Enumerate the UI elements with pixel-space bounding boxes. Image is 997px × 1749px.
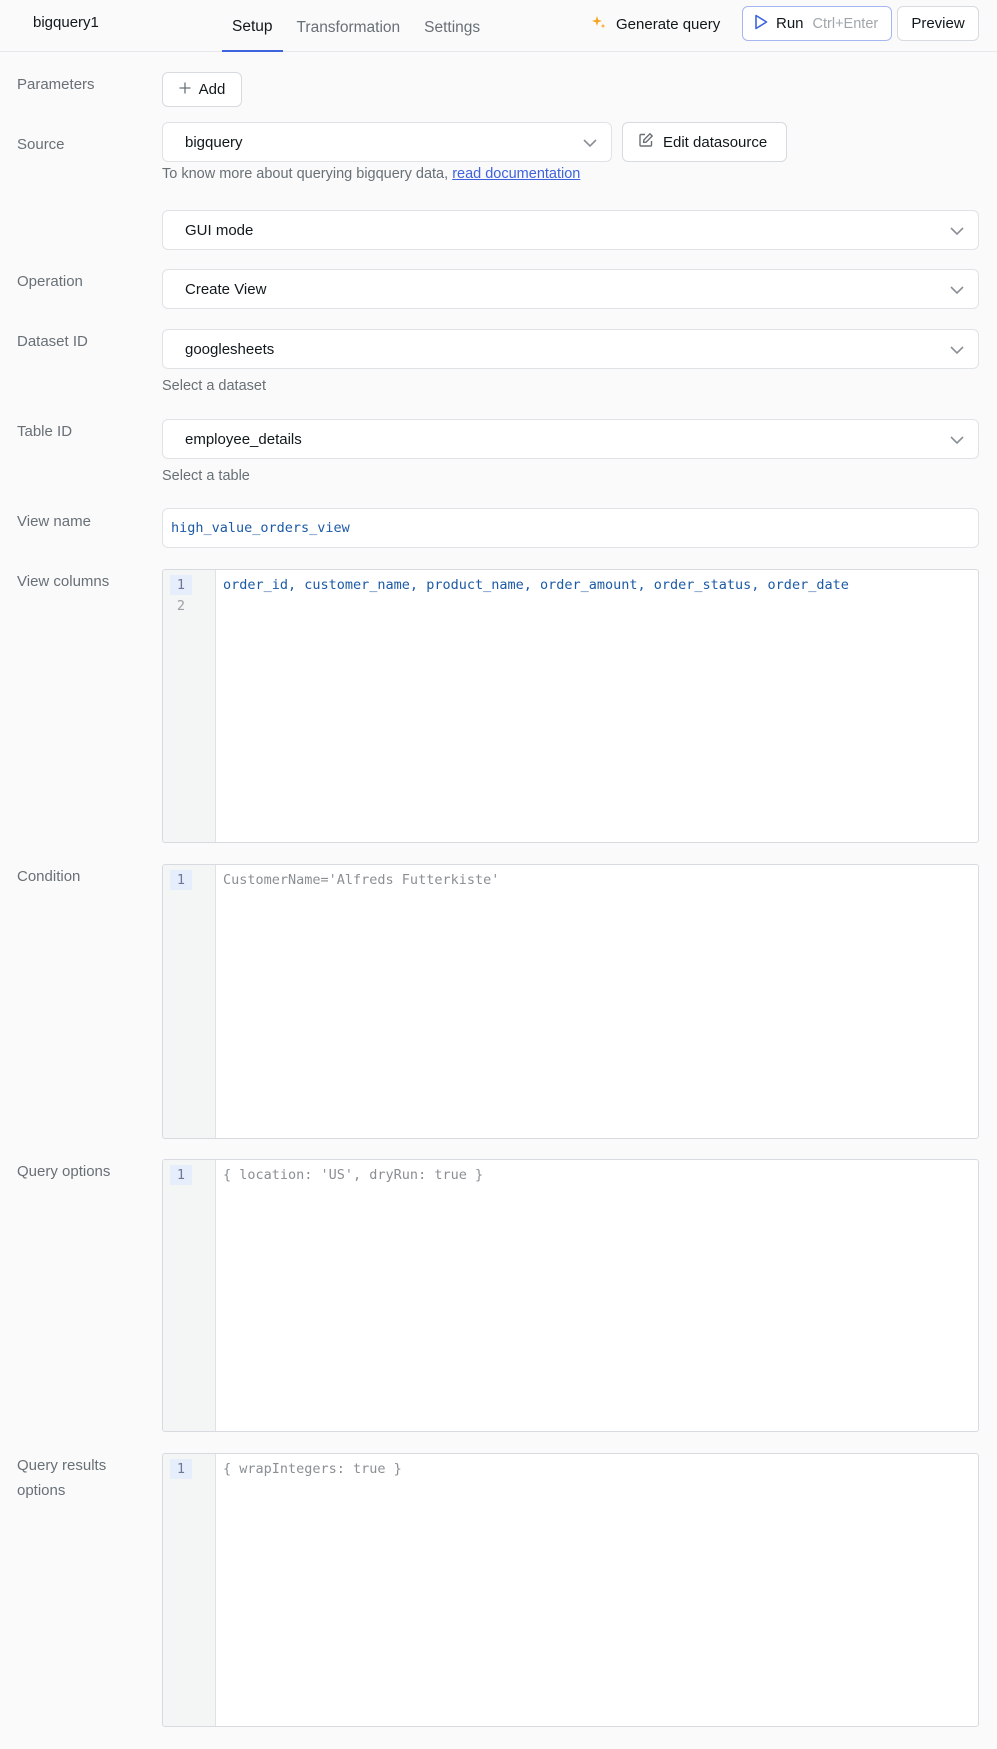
table-id-label: Table ID <box>17 423 73 440</box>
line-number: 1 <box>170 575 192 595</box>
plus-icon <box>179 81 191 98</box>
chevron-down-icon <box>950 343 964 361</box>
operation-label: Operation <box>17 273 83 290</box>
dataset-id-select[interactable]: googlesheets <box>162 329 979 369</box>
dataset-id-label: Dataset ID <box>17 333 88 350</box>
line-number: 2 <box>176 598 186 614</box>
editor-gutter <box>163 1454 216 1726</box>
chevron-down-icon <box>583 136 597 154</box>
generate-query-label: Generate query <box>616 15 721 33</box>
view-name-label: View name <box>17 513 91 530</box>
chevron-down-icon <box>950 224 964 242</box>
source-helper-text: To know more about querying bigquery dat… <box>162 166 453 182</box>
chevron-down-icon <box>950 283 964 301</box>
query-options-label: Query options <box>17 1163 111 1180</box>
query-name[interactable]: bigquery1 <box>33 14 99 31</box>
source-label: Source <box>17 136 65 153</box>
read-documentation-link[interactable]: read documentation <box>452 166 580 182</box>
line-number: 1 <box>170 1459 192 1479</box>
query-results-options-label: Query results options <box>17 1453 106 1503</box>
mode-select[interactable]: GUI mode <box>162 210 979 250</box>
table-id-value: employee_details <box>185 430 302 448</box>
query-results-options-placeholder: { wrapIntegers: true } <box>223 1461 402 1477</box>
run-shortcut: Ctrl+Enter <box>812 15 879 32</box>
preview-button[interactable]: Preview <box>897 6 979 41</box>
dataset-id-value: googlesheets <box>185 340 275 358</box>
condition-editor[interactable]: 1 CustomerName='Alfreds Futterkiste' <box>162 864 979 1139</box>
editor-gutter <box>163 1160 216 1431</box>
table-id-select[interactable]: employee_details <box>162 419 979 459</box>
view-columns-code[interactable]: order_id, customer_name, product_name, o… <box>223 575 849 595</box>
query-options-editor[interactable]: 1 { location: 'US', dryRun: true } <box>162 1159 979 1432</box>
edit-datasource-button[interactable]: Edit datasource <box>622 122 787 162</box>
query-options-placeholder: { location: 'US', dryRun: true } <box>223 1167 484 1183</box>
play-icon <box>754 14 768 34</box>
tab-transformation[interactable]: Transformation <box>287 0 411 52</box>
operation-select[interactable]: Create View <box>162 269 979 309</box>
parameters-label: Parameters <box>17 76 95 93</box>
generate-query-button[interactable]: Generate query <box>592 11 720 37</box>
add-parameter-button[interactable]: Add <box>162 72 242 107</box>
query-results-options-label-line1: Query results <box>17 1457 107 1474</box>
tab-setup[interactable]: Setup <box>222 0 283 52</box>
operation-value: Create View <box>185 280 267 298</box>
edit-icon <box>638 132 654 152</box>
source-select[interactable]: bigquery <box>162 122 612 162</box>
edit-datasource-label: Edit datasource <box>663 133 768 151</box>
view-name-input[interactable]: high_value_orders_view <box>162 508 979 548</box>
source-helper: To know more about querying bigquery dat… <box>162 166 580 182</box>
mode-value: GUI mode <box>185 221 254 239</box>
table-helper: Select a table <box>162 468 250 484</box>
view-columns-editor[interactable]: 1 2 order_id, customer_name, product_nam… <box>162 569 979 843</box>
chevron-down-icon <box>950 433 964 451</box>
editor-gutter <box>163 865 216 1138</box>
condition-placeholder: CustomerName='Alfreds Futterkiste' <box>223 872 500 888</box>
condition-label: Condition <box>17 868 81 885</box>
tab-bar: Setup Transformation Settings <box>222 0 494 52</box>
add-label: Add <box>198 81 226 98</box>
query-results-options-editor[interactable]: 1 { wrapIntegers: true } <box>162 1453 979 1727</box>
view-columns-label: View columns <box>17 573 110 590</box>
line-number: 1 <box>170 870 192 890</box>
run-button[interactable]: Run Ctrl+Enter <box>742 6 892 41</box>
dataset-helper: Select a dataset <box>162 378 266 394</box>
query-results-options-label-line2: options <box>17 1482 66 1499</box>
tab-settings[interactable]: Settings <box>414 0 490 52</box>
source-value: bigquery <box>185 133 243 151</box>
run-label: Run <box>776 15 804 32</box>
line-number: 1 <box>170 1165 192 1185</box>
sparkle-icon <box>592 15 606 33</box>
query-header: bigquery1 Setup Transformation Settings … <box>0 0 997 52</box>
